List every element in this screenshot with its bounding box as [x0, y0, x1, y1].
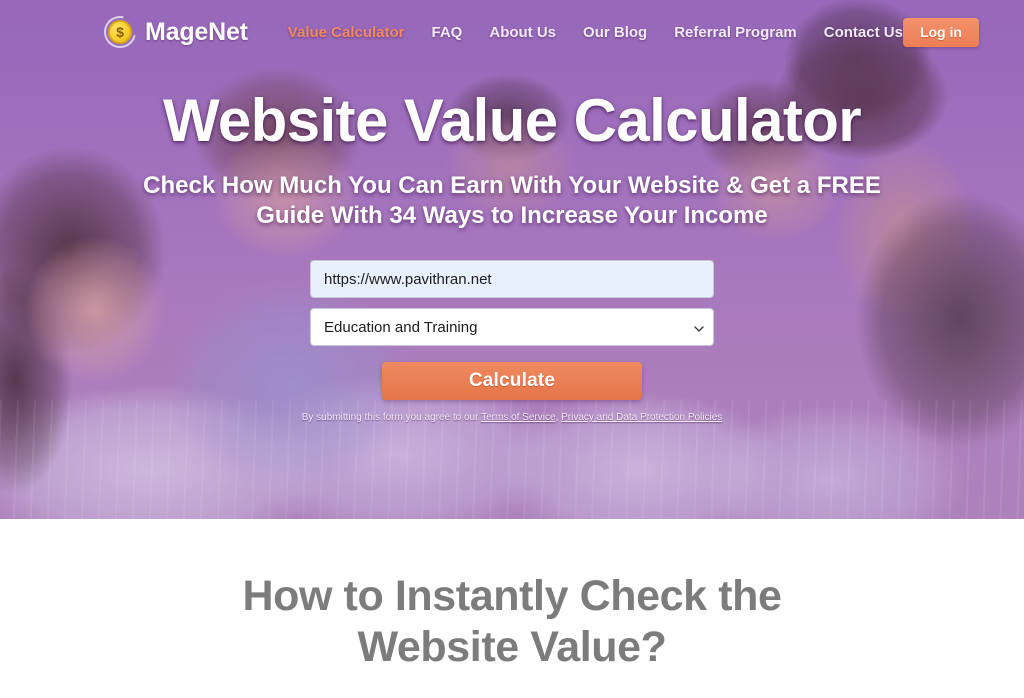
nav-item-about-us[interactable]: About Us — [489, 24, 556, 41]
nav-links: Value Calculator FAQ About Us Our Blog R… — [288, 24, 903, 41]
value-calculator-form: Education and TrainingArts and Entertain… — [310, 260, 714, 401]
category-select-wrap: Education and TrainingArts and Entertain… — [310, 308, 714, 347]
brand-logo[interactable]: $ MageNet — [97, 9, 248, 55]
main-navbar: $ MageNet Value Calculator FAQ About Us … — [0, 0, 1024, 64]
page-root: $ MageNet Value Calculator FAQ About Us … — [0, 0, 1024, 698]
nav-item-faq[interactable]: FAQ — [432, 24, 463, 41]
brand-name-text: MageNet — [145, 17, 248, 46]
hero-title: Website Value Calculator — [162, 87, 862, 154]
category-select[interactable]: Education and TrainingArts and Entertain… — [310, 308, 714, 347]
nav-item-our-blog[interactable]: Our Blog — [583, 24, 647, 41]
hero-subtitle: Check How Much You Can Earn With Your We… — [143, 171, 881, 230]
calculate-button[interactable]: Calculate — [382, 362, 642, 401]
how-to-section: How to Instantly Check the Website Value… — [0, 519, 1024, 698]
disclaimer-prefix-text: By submitting this form you agree to our — [301, 412, 482, 424]
dollar-coin-cycle-icon: $ — [97, 9, 143, 55]
privacy-policy-link[interactable]: Privacy and Data Protection Policies — [561, 412, 722, 423]
nav-item-value-calculator[interactable]: Value Calculator — [288, 24, 405, 41]
coin-dollar-glyph: $ — [108, 20, 132, 44]
hero-content: Website Value Calculator Check How Much … — [0, 64, 1024, 425]
nav-item-referral-program[interactable]: Referral Program — [674, 24, 797, 41]
section-heading: How to Instantly Check the Website Value… — [242, 572, 782, 671]
website-url-input[interactable] — [310, 260, 714, 299]
form-disclaimer: By submitting this form you agree to our… — [232, 411, 792, 425]
terms-of-service-link[interactable]: Terms of Service — [481, 412, 555, 423]
login-button[interactable]: Log in — [902, 17, 979, 47]
nav-item-contact-us[interactable]: Contact Us — [824, 24, 903, 41]
hero-section: $ MageNet Value Calculator FAQ About Us … — [0, 0, 1024, 519]
